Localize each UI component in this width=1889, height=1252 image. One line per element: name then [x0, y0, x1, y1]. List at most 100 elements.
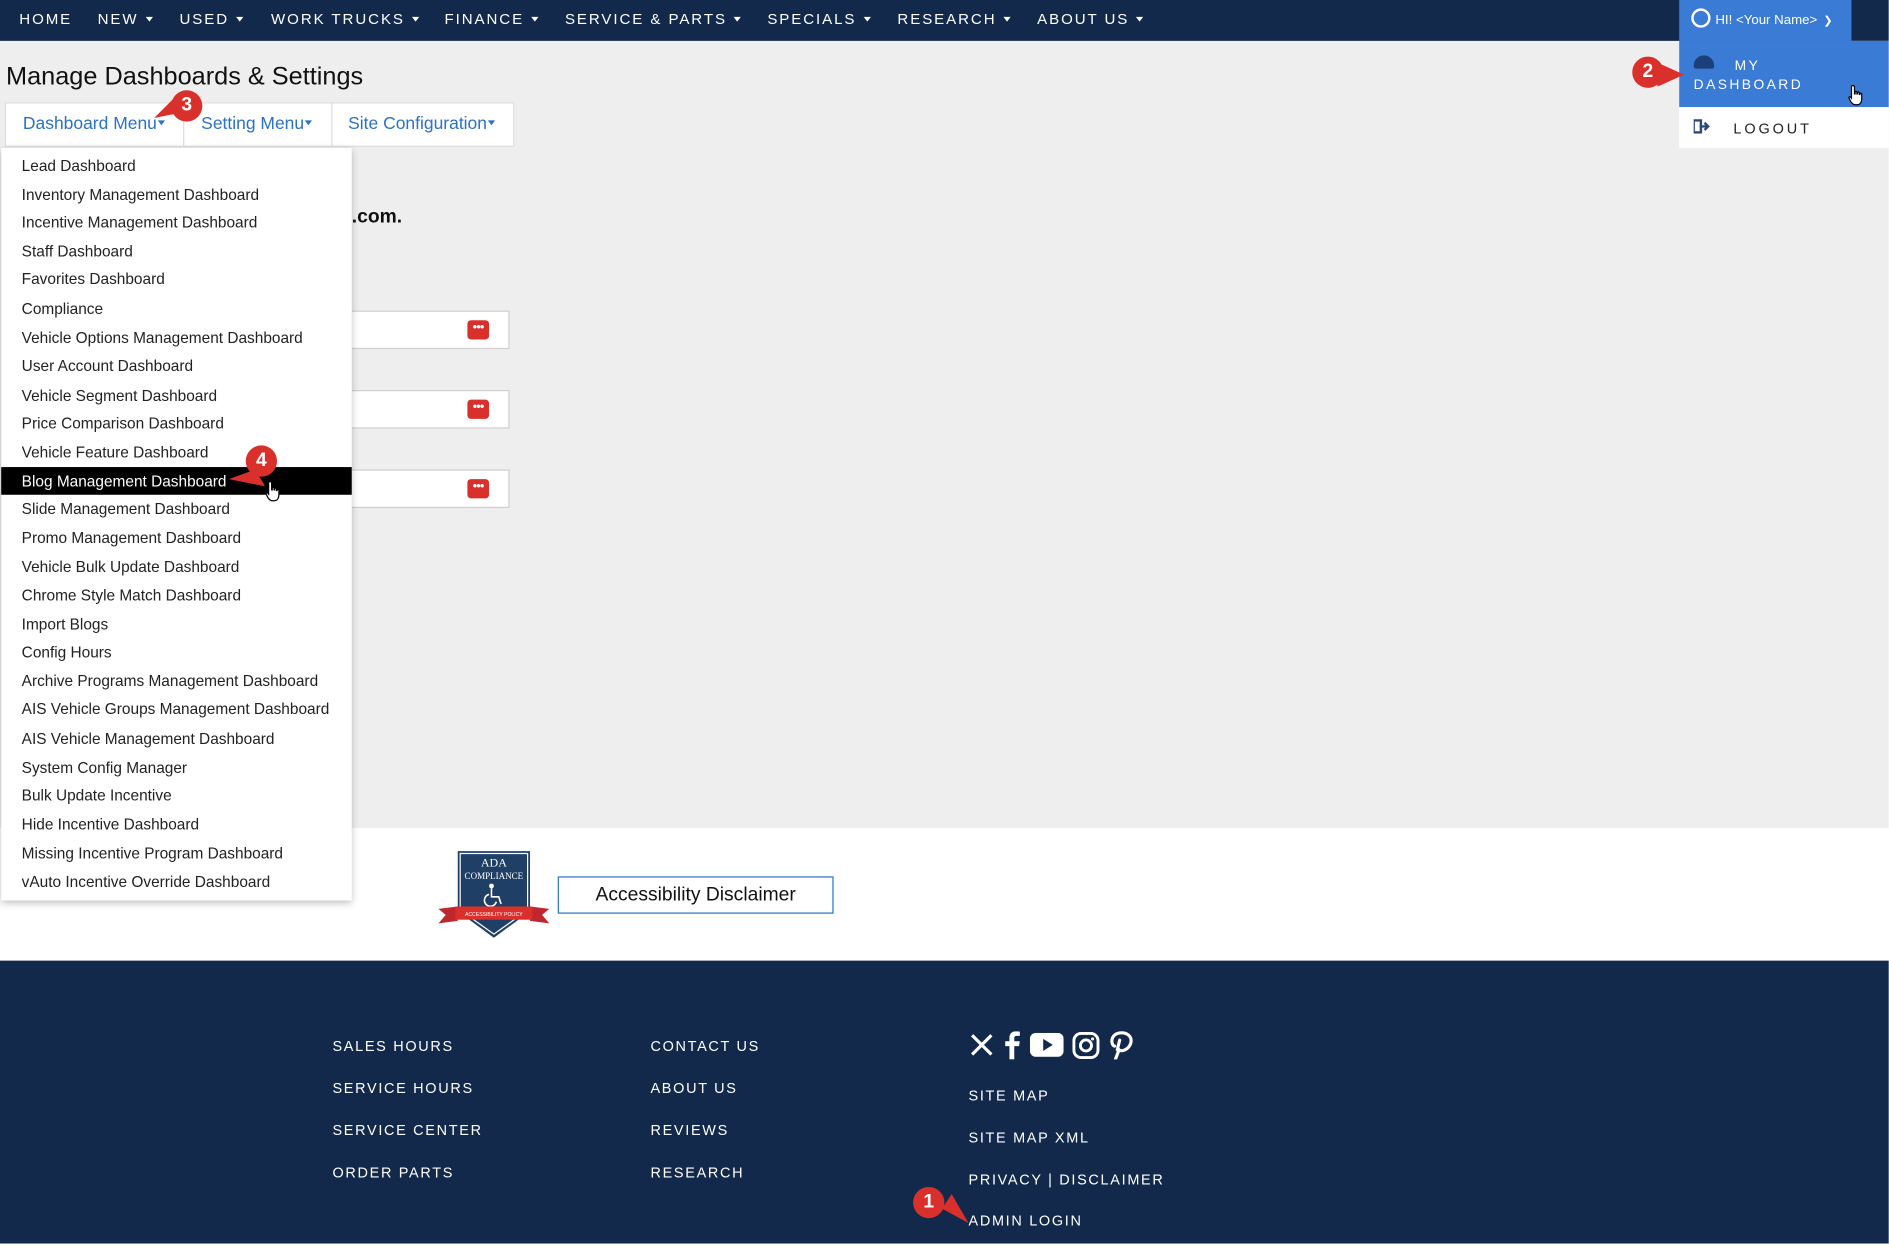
nav-about-us[interactable]: ABOUT US [1037, 0, 1144, 41]
logout-label: LOGOUT [1733, 120, 1812, 138]
nav-finance-label: FINANCE [444, 10, 525, 28]
footer-link-sales-hours[interactable]: SALES HOURS [332, 1038, 453, 1055]
my-dashboard-label-line1: MY [1734, 58, 1761, 74]
dashboard-menu-item[interactable]: Vehicle Bulk Update Dashboard [1, 552, 352, 580]
caret-down-icon [158, 120, 166, 126]
page-title: Manage Dashboards & Settings [6, 62, 364, 91]
accessibility-disclaimer-button[interactable]: Accessibility Disclaimer [557, 876, 834, 914]
footer-link-about-us[interactable]: ABOUT US [650, 1080, 737, 1097]
pinterest-icon[interactable] [1109, 1030, 1133, 1065]
dashboard-tabs: Dashboard Menu Setting Menu Site Configu… [4, 102, 515, 147]
background-field[interactable]: ••• [351, 390, 510, 429]
tab-divider [331, 103, 333, 146]
nav-research[interactable]: RESEARCH [897, 0, 1011, 41]
footer-link-contact-us[interactable]: CONTACT US [650, 1038, 760, 1055]
footer-link-order-parts[interactable]: ORDER PARTS [332, 1164, 454, 1181]
nav-service-parts[interactable]: SERVICE & PARTS [564, 0, 742, 41]
footer-link-site-map-xml[interactable]: SITE MAP XML [968, 1129, 1089, 1146]
dashboard-menu-item[interactable]: Favorites Dashboard [1, 264, 352, 292]
nav-work-trucks-label: WORK TRUCKS [271, 10, 405, 28]
footer-link-privacy-disclaimer[interactable]: PRIVACY | DISCLAIMER [968, 1171, 1164, 1188]
nav-finance[interactable]: FINANCE [444, 0, 539, 41]
dashboard-menu-item[interactable]: Blog Management Dashboard [1, 466, 352, 495]
dashboard-menu-item[interactable]: Compliance [1, 294, 352, 322]
dashboard-menu-item[interactable]: Vehicle Options Management Dashboard [1, 323, 352, 351]
footer-link-site-map[interactable]: SITE MAP [968, 1087, 1049, 1104]
ada-badge-title: ADA [481, 856, 507, 870]
hand-cursor-icon [1848, 84, 1863, 106]
nav-home[interactable]: HOME [19, 0, 72, 41]
dashboard-menu-item[interactable]: Slide Management Dashboard [1, 494, 352, 522]
youtube-icon[interactable] [1029, 1032, 1064, 1063]
more-options-icon[interactable]: ••• [467, 479, 490, 499]
footer-link-admin-login[interactable]: ADMIN LOGIN [968, 1212, 1082, 1229]
nav-about-us-label: ABOUT US [1037, 10, 1130, 28]
dashboard-menu-item[interactable]: Config Hours [1, 637, 352, 665]
dashboard-menu-item[interactable]: Missing Incentive Program Dashboard [1, 838, 352, 866]
callout-badge-1: 1 [913, 1186, 945, 1219]
nav-used[interactable]: USED [179, 0, 244, 41]
tab-setting-menu[interactable]: Setting Menu [201, 104, 313, 146]
dashboard-menu-item[interactable]: Hide Incentive Dashboard [1, 810, 352, 838]
dashboard-menu-item[interactable]: User Account Dashboard [1, 351, 352, 379]
ada-compliance-badge: ADA COMPLIANCE ACCESSIBILITY POLICY [438, 851, 550, 938]
tab-site-configuration-label: Site Configuration [348, 114, 487, 134]
nav-specials-label: SPECIALS [767, 10, 857, 28]
x-icon[interactable] [968, 1032, 995, 1065]
nav-work-trucks[interactable]: WORK TRUCKS [271, 0, 420, 41]
callout-badge-2: 2 [1632, 56, 1664, 88]
caret-down-icon [412, 16, 420, 22]
user-greeting-button[interactable]: HI! <Your Name> ❯ [1679, 0, 1852, 41]
tab-setting-menu-label: Setting Menu [201, 114, 305, 134]
footer-link-research[interactable]: RESEARCH [650, 1164, 744, 1181]
logout-icon [1693, 119, 1710, 134]
dashboard-menu-item[interactable]: AIS Vehicle Groups Management Dashboard [1, 694, 352, 722]
background-field[interactable]: ••• [351, 469, 510, 509]
dashboard-menu-item[interactable]: Archive Programs Management Dashboard [1, 666, 352, 694]
dashboard-menu-item[interactable]: Vehicle Segment Dashboard [1, 381, 352, 409]
callout-badge-4: 4 [245, 445, 278, 477]
chevron-down-icon: ❯ [1823, 14, 1833, 27]
dashboard-menu-item[interactable]: Incentive Management Dashboard [1, 208, 352, 236]
logout-item[interactable]: LOGOUT [1679, 107, 1889, 149]
social-links [968, 1030, 1136, 1061]
dashboard-menu-item[interactable]: Promo Management Dashboard [1, 523, 352, 551]
dashboard-menu-item[interactable]: Bulk Update Incentive [1, 781, 352, 809]
ada-badge-subtitle: COMPLIANCE [465, 871, 524, 881]
dashboard-menu-item[interactable]: Staff Dashboard [1, 237, 352, 265]
nav-used-label: USED [179, 10, 230, 28]
nav-specials[interactable]: SPECIALS [767, 0, 871, 41]
dashboard-menu-item[interactable]: Vehicle Feature Dashboard [1, 438, 352, 466]
nav-service-parts-label: SERVICE & PARTS [564, 10, 727, 28]
user-menu: HI! <Your Name> ❯ MY DASHBOARD LOGOUT [1679, 0, 1889, 149]
nav-research-label: RESEARCH [897, 10, 997, 28]
dashboard-menu-item[interactable]: Import Blogs [1, 610, 352, 638]
tab-site-configuration[interactable]: Site Configuration [348, 104, 496, 146]
instagram-icon[interactable] [1072, 1031, 1101, 1065]
hand-cursor-icon [265, 480, 280, 502]
dashboard-menu-item[interactable]: Inventory Management Dashboard [1, 180, 352, 208]
nav-new-label: NEW [97, 10, 139, 28]
facebook-icon[interactable] [1004, 1030, 1021, 1065]
dashboard-menu-item[interactable]: vAuto Incentive Override Dashboard [1, 867, 352, 895]
dashboard-menu-item[interactable]: Lead Dashboard [1, 151, 352, 179]
nav-new[interactable]: NEW [98, 0, 153, 41]
more-options-icon[interactable]: ••• [467, 320, 490, 340]
more-options-icon[interactable]: ••• [467, 399, 490, 419]
caret-down-icon [145, 16, 153, 22]
caret-down-icon [488, 120, 496, 126]
background-domain-text: .com. [351, 207, 403, 228]
ada-badge-ribbon: ACCESSIBILITY POLICY [465, 912, 523, 918]
footer-link-reviews[interactable]: REVIEWS [650, 1122, 728, 1139]
dashboard-menu-item[interactable]: Price Comparison Dashboard [1, 409, 352, 437]
callout-badge-3: 3 [171, 90, 203, 122]
footer-link-service-hours[interactable]: SERVICE HOURS [332, 1080, 473, 1097]
tab-dashboard-menu[interactable]: Dashboard Menu [23, 104, 166, 146]
dashboard-menu-item[interactable]: Chrome Style Match Dashboard [1, 581, 352, 609]
caret-down-icon [305, 120, 313, 126]
background-field[interactable]: ••• [351, 310, 510, 350]
dashboard-menu-item[interactable]: System Config Manager [1, 753, 352, 781]
nav-home-label: HOME [19, 10, 73, 28]
dashboard-menu-item[interactable]: AIS Vehicle Management Dashboard [1, 724, 352, 752]
footer-link-service-center[interactable]: SERVICE CENTER [332, 1122, 482, 1139]
